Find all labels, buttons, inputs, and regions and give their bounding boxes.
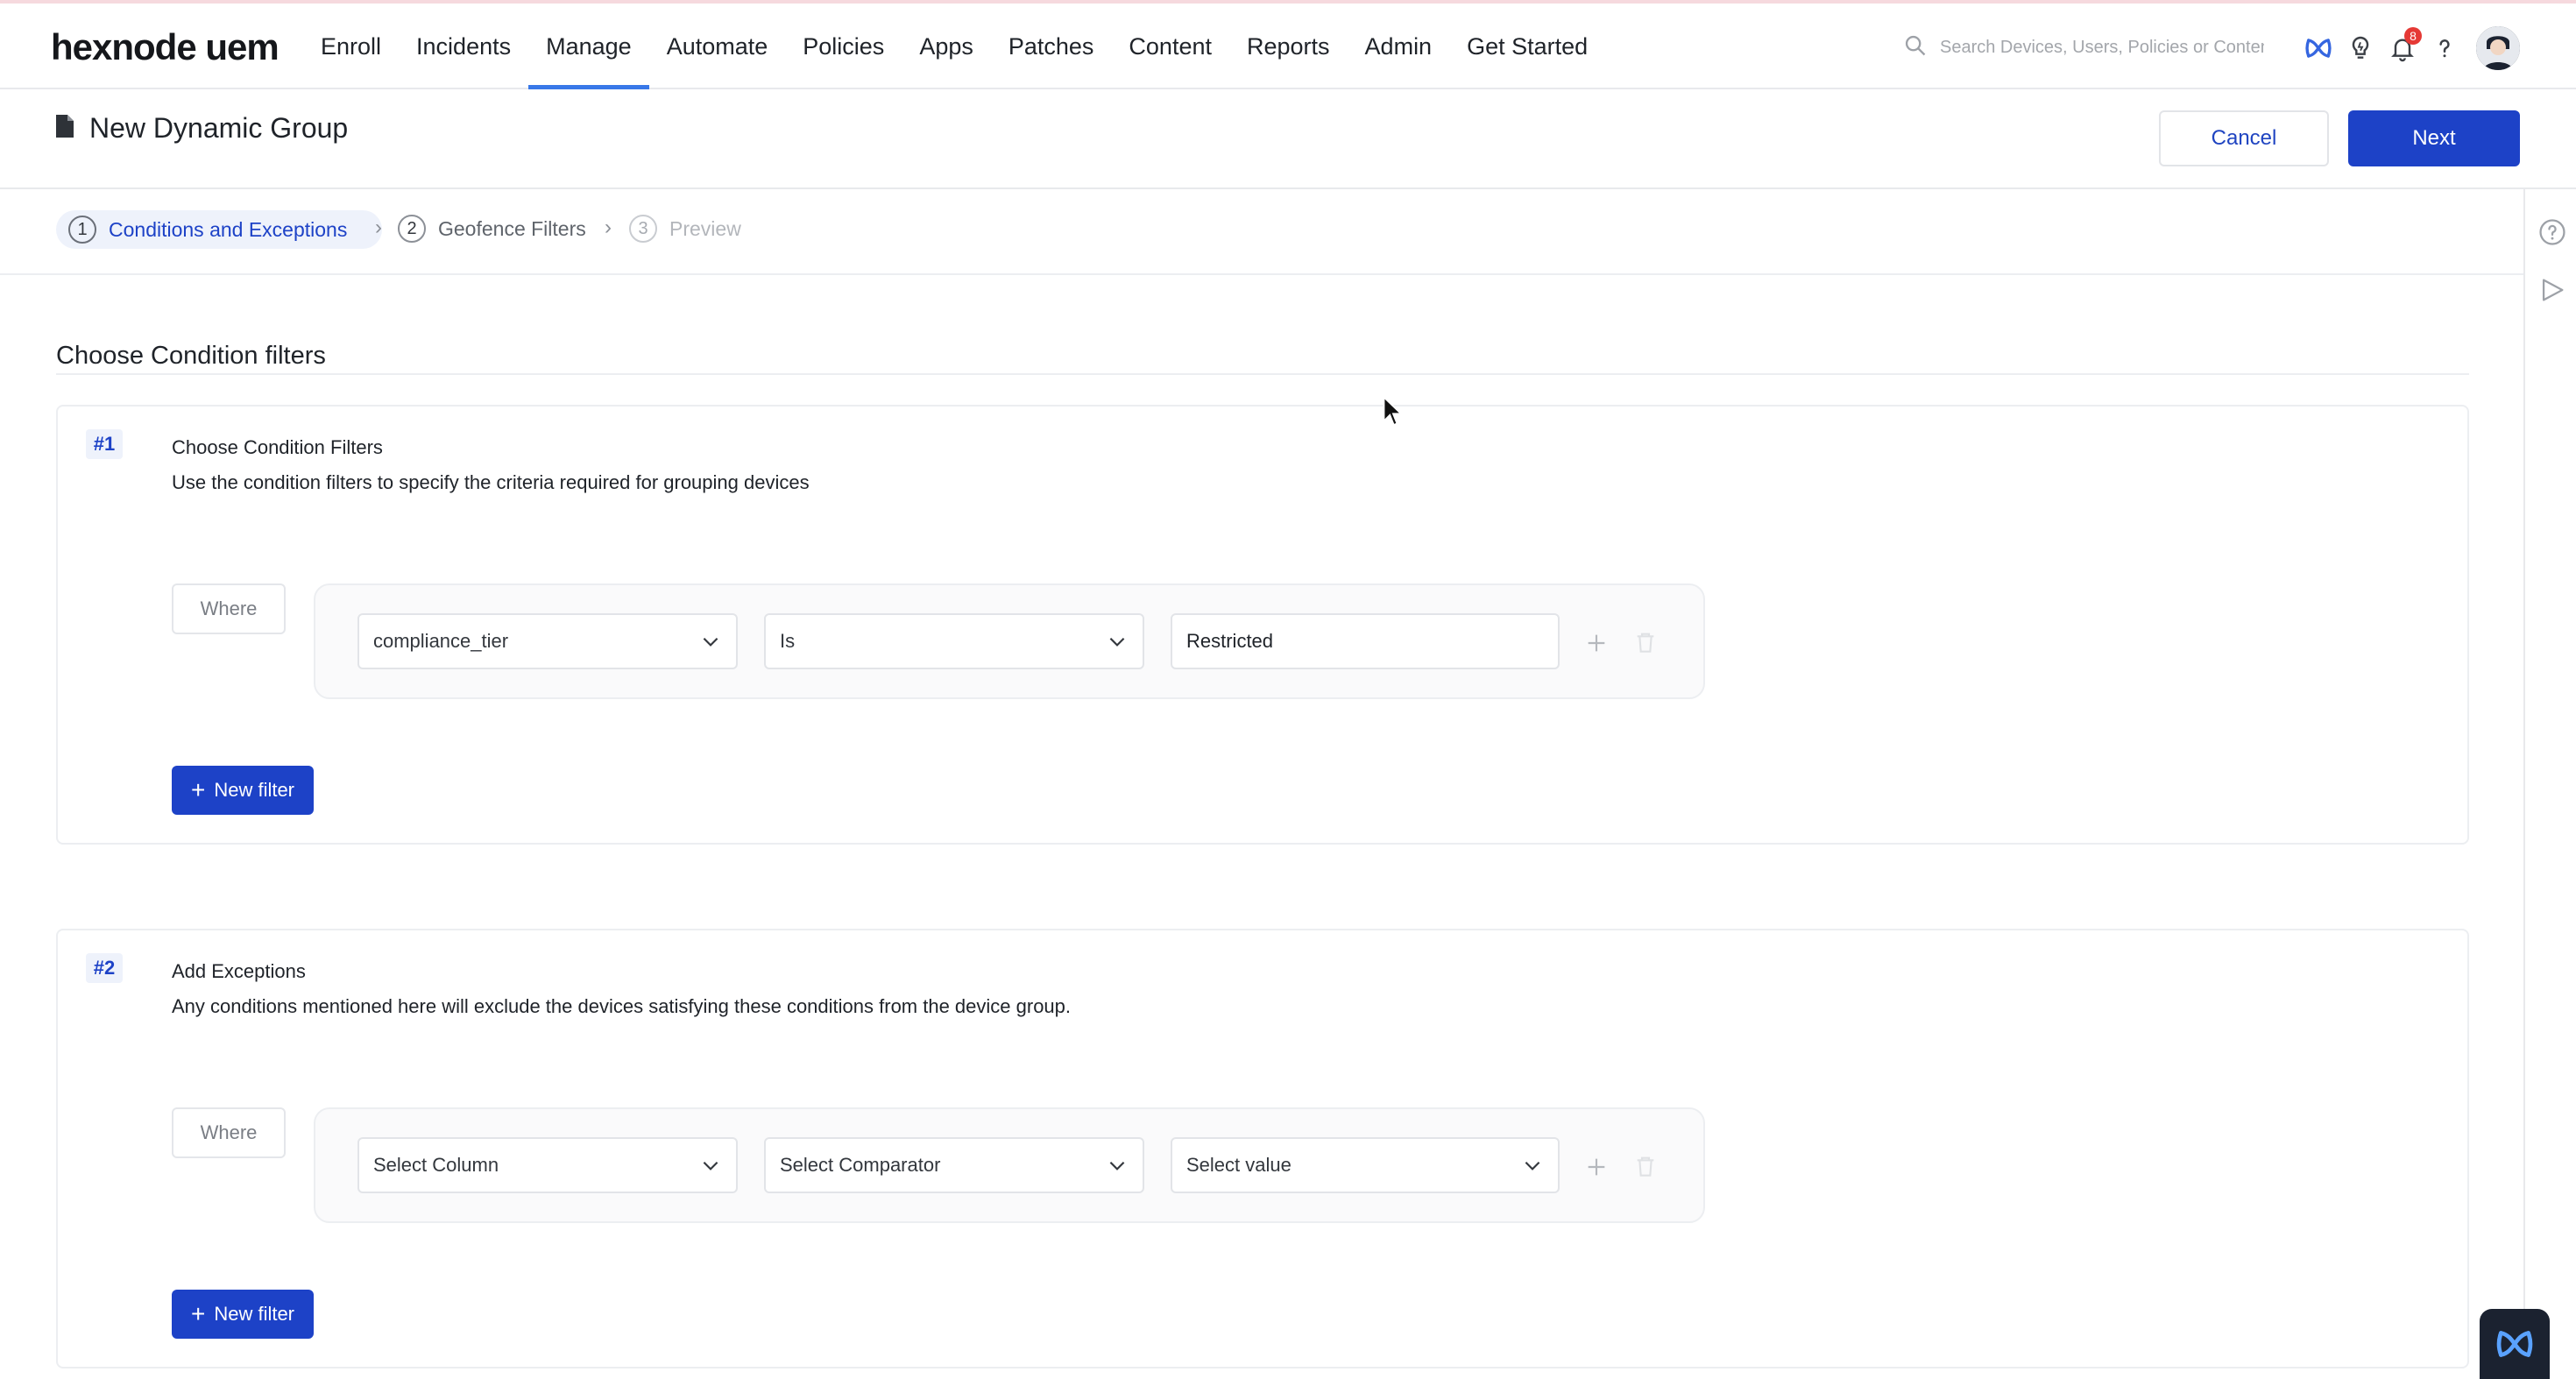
hexnode-logo[interactable]: hexnode uem [51,26,280,68]
value-select[interactable]: Select value [1171,1137,1560,1193]
step-number: 2 [398,215,426,243]
help-circle-icon[interactable] [2537,217,2567,247]
exceptions-card: #2 Add Exceptions Any conditions mention… [56,929,2469,1368]
hexnode-ai-icon[interactable] [2297,27,2339,69]
card-number-badge: #1 [86,429,123,459]
nav-enroll[interactable]: Enroll [303,4,399,89]
comparator-select[interactable]: Is [764,613,1144,669]
step-number: 3 [629,215,657,243]
lightbulb-icon[interactable] [2339,27,2381,69]
column-select[interactable]: Select Column [357,1137,738,1193]
value-select-value: Select value [1186,1154,1292,1176]
filter-row: Select Column Select Comparator Select v… [314,1107,1705,1223]
play-tour-icon[interactable] [2537,275,2567,305]
where-label: Where [172,1107,286,1158]
cancel-button[interactable]: Cancel [2159,110,2329,166]
card-heading: Add Exceptions [172,960,306,982]
add-row-icon[interactable] [1582,629,1610,657]
value-input[interactable] [1171,613,1560,669]
chevron-down-icon [703,1161,718,1170]
nav-content[interactable]: Content [1111,4,1229,89]
column-select-value: Select Column [373,1154,499,1176]
notification-count-badge: 8 [2404,27,2422,45]
wizard-steps: 1 Conditions and Exceptions › 2 Geofence… [0,189,2523,275]
filter-row: compliance_tier Is [314,583,1705,699]
nav-incidents[interactable]: Incidents [399,4,528,89]
help-icon[interactable] [2424,27,2466,69]
trash-icon[interactable] [1631,1151,1660,1181]
step-number: 1 [68,216,96,244]
new-filter-label: New filter [214,1303,295,1325]
nav-automate[interactable]: Automate [649,4,786,89]
top-navigation-bar: hexnode uem Enroll Incidents Manage Auto… [0,4,2576,89]
mouse-cursor-icon [1383,396,1404,427]
new-filter-button[interactable]: + New filter [172,766,314,815]
top-icon-group: 8 [2297,26,2520,70]
new-filter-label: New filter [214,779,295,801]
nav-patches[interactable]: Patches [991,4,1112,89]
chevron-down-icon [1109,637,1125,647]
next-button[interactable]: Next [2348,110,2520,166]
plus-icon: + [190,776,206,803]
add-row-icon[interactable] [1582,1153,1610,1181]
nav-get-started[interactable]: Get Started [1449,4,1605,89]
section-divider [56,373,2469,375]
main-nav: Enroll Incidents Manage Automate Policie… [303,4,1605,89]
comparator-select-value: Is [780,630,796,652]
page-header: New Dynamic Group Cancel Next [0,89,2576,189]
trash-icon[interactable] [1631,627,1660,657]
search-icon [1903,33,1928,62]
page-title: New Dynamic Group [54,112,348,145]
step-label: Geofence Filters [438,216,586,240]
notification-bell-icon[interactable]: 8 [2381,27,2424,69]
hexnode-ai-icon [2496,1331,2533,1357]
nav-reports[interactable]: Reports [1229,4,1348,89]
chevron-down-icon [1525,1161,1540,1170]
card-description: Any conditions mentioned here will exclu… [172,995,1072,1017]
comparator-select[interactable]: Select Comparator [764,1137,1144,1193]
where-label: Where [172,583,286,634]
chevron-right-icon: › [605,216,612,239]
chat-assistant-button[interactable] [2480,1309,2550,1379]
step-geofence-filters[interactable]: 2 Geofence Filters [398,210,586,247]
new-filter-button[interactable]: + New filter [172,1290,314,1339]
user-avatar[interactable] [2476,26,2520,70]
nav-apps[interactable]: Apps [902,4,991,89]
search-input[interactable] [1940,37,2264,58]
nav-manage[interactable]: Manage [528,4,649,89]
document-icon [54,113,75,144]
page-title-text: New Dynamic Group [89,112,349,144]
step-label: Preview [669,216,741,240]
step-label: Conditions and Exceptions [109,217,348,241]
right-rail [2523,189,2576,1379]
column-select-value: compliance_tier [373,630,509,652]
comparator-select-value: Select Comparator [780,1154,941,1176]
chevron-down-icon [1109,1161,1125,1170]
plus-icon: + [190,1300,206,1327]
global-search [1903,30,2271,65]
card-heading: Choose Condition Filters [172,436,383,458]
card-description: Use the condition filters to specify the… [172,471,810,493]
column-select[interactable]: compliance_tier [357,613,738,669]
nav-admin[interactable]: Admin [1348,4,1450,89]
step-conditions-and-exceptions[interactable]: 1 Conditions and Exceptions [56,210,383,249]
card-number-badge: #2 [86,953,123,983]
chevron-down-icon [703,637,718,647]
nav-policies[interactable]: Policies [785,4,902,89]
section-title: Choose Condition filters [56,342,326,370]
step-preview: 3 Preview [629,210,741,247]
condition-filters-card: #1 Choose Condition Filters Use the cond… [56,405,2469,845]
chevron-right-icon: › [375,216,382,239]
